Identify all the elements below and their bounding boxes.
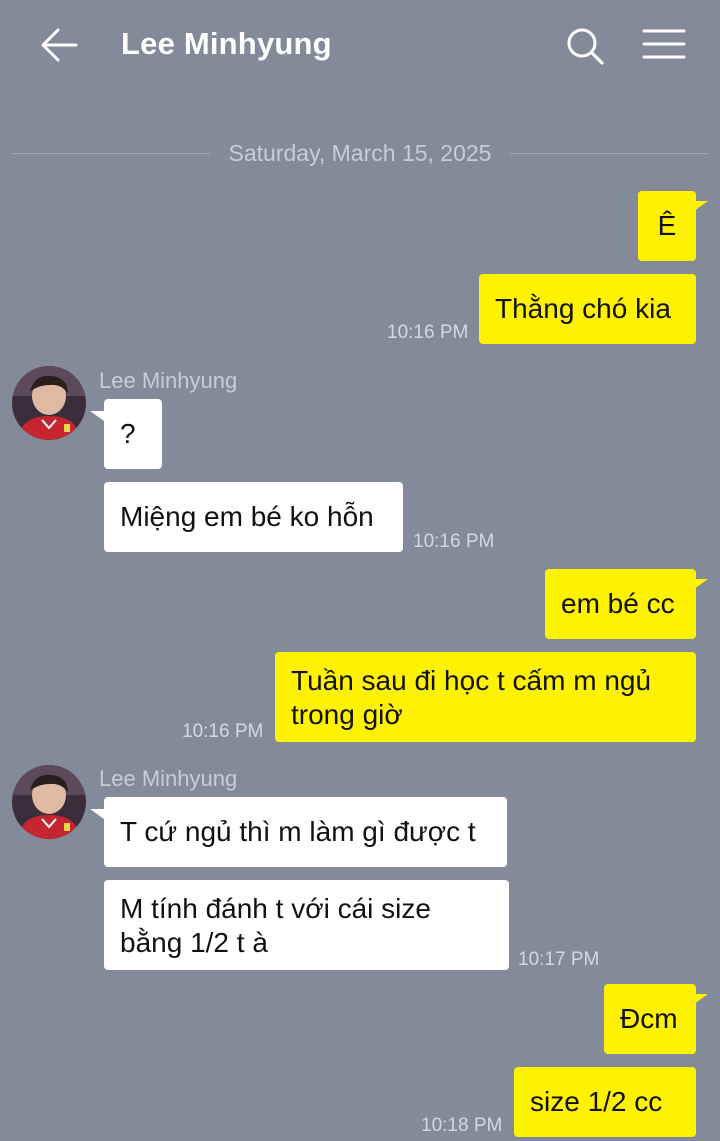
message-text-line: bằng 1/2 t à bbox=[120, 927, 268, 958]
their-message-bubble[interactable]: T cứ ngủ thì m làm gì được t bbox=[104, 797, 507, 867]
my-message-bubble[interactable]: Ê bbox=[638, 191, 696, 261]
message-text: Đcm bbox=[620, 1003, 678, 1034]
contact-avatar[interactable] bbox=[12, 366, 86, 440]
my-message-bubble[interactable]: em bé cc bbox=[545, 569, 696, 639]
chat-screen: Lee Minhyung Saturday, March 15, 2025 Ê … bbox=[0, 0, 720, 1141]
bubble-tail bbox=[90, 411, 104, 421]
bubble-tail bbox=[694, 994, 708, 1004]
message-text: Thằng chó kia bbox=[495, 293, 671, 324]
contact-avatar[interactable] bbox=[12, 765, 86, 839]
menu-icon[interactable] bbox=[640, 24, 688, 66]
my-message-bubble[interactable]: size 1/2 cc bbox=[514, 1067, 696, 1137]
chat-title: Lee Minhyung bbox=[121, 26, 332, 61]
their-message-bubble[interactable]: Miệng em bé ko hỗn bbox=[104, 482, 403, 552]
message-time: 10:16 PM bbox=[182, 721, 264, 742]
message-text: ? bbox=[120, 418, 136, 449]
message-time: 10:17 PM bbox=[518, 949, 600, 970]
message-text-line: M tính đánh t với cái size bbox=[120, 893, 431, 924]
date-divider: Saturday, March 15, 2025 bbox=[0, 138, 720, 170]
divider-line bbox=[510, 153, 708, 154]
message-text: Ê bbox=[657, 210, 677, 241]
message-time: 10:16 PM bbox=[387, 322, 469, 343]
message-text: size 1/2 cc bbox=[530, 1086, 663, 1117]
message-time: 10:16 PM bbox=[413, 531, 495, 552]
sender-name: Lee Minhyung bbox=[99, 766, 238, 791]
date-label: Saturday, March 15, 2025 bbox=[228, 140, 492, 166]
message-text-line: Tuần sau đi học t cấm m ngủ bbox=[291, 665, 652, 696]
message-time: 10:18 PM bbox=[421, 1115, 503, 1136]
bubble-tail bbox=[90, 809, 104, 819]
search-icon[interactable] bbox=[562, 24, 608, 68]
chat-header: Lee Minhyung bbox=[0, 0, 720, 92]
their-message-bubble[interactable]: ? bbox=[104, 399, 162, 469]
my-message-bubble[interactable]: Đcm bbox=[604, 984, 696, 1054]
divider-line bbox=[12, 153, 210, 154]
bubble-tail bbox=[694, 579, 708, 589]
bubble-tail bbox=[694, 201, 708, 211]
message-text: em bé cc bbox=[561, 588, 675, 619]
message-text: Miệng em bé ko hỗn bbox=[120, 501, 374, 532]
my-message-bubble[interactable]: Thằng chó kia bbox=[479, 274, 696, 344]
my-message-bubble[interactable]: Tuần sau đi học t cấm m ngủ trong giờ bbox=[275, 652, 696, 742]
message-text: T cứ ngủ thì m làm gì được t bbox=[120, 816, 476, 847]
back-arrow-icon[interactable] bbox=[36, 24, 82, 66]
message-text-line: trong giờ bbox=[291, 699, 403, 730]
sender-name: Lee Minhyung bbox=[99, 368, 238, 393]
their-message-bubble[interactable]: M tính đánh t với cái size bằng 1/2 t à bbox=[104, 880, 509, 970]
